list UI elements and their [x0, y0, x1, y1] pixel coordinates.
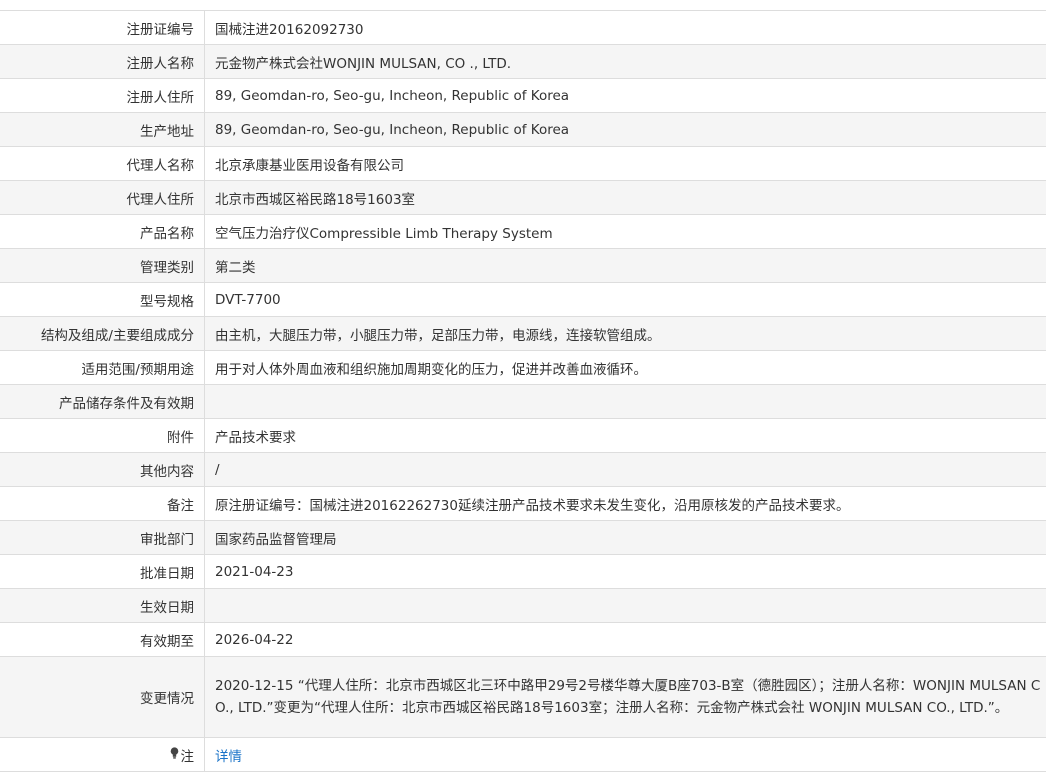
- row-label: 注册证编号: [0, 11, 205, 44]
- row-value: 2026-04-22: [215, 631, 294, 648]
- row-intended-use: 适用范围/预期用途 用于对人体外周血液和组织施加周期变化的压力，促进并改善血液循…: [0, 351, 1046, 385]
- row-approval-date: 批准日期 2021-04-23: [0, 555, 1046, 589]
- row-value: 北京市西城区裕民路18号1603室: [215, 191, 416, 208]
- row-label: 管理类别: [0, 249, 205, 282]
- row-label: 产品储存条件及有效期: [0, 385, 205, 418]
- row-value: 2020-12-15 “代理人住所：北京市西城区北三环中路甲29号2号楼华尊大厦…: [215, 678, 1041, 716]
- row-value: 国械注进20162092730: [215, 21, 364, 38]
- row-value: 由主机，大腿压力带，小腿压力带，足部压力带，电源线，连接软管组成。: [215, 327, 661, 344]
- row-value: DVT-7700: [215, 291, 281, 308]
- row-value: 89, Geomdan-ro, Seo-gu, Incheon, Republi…: [215, 121, 570, 138]
- row-value: 89, Geomdan-ro, Seo-gu, Incheon, Republi…: [215, 87, 570, 104]
- row-label: 生效日期: [0, 589, 205, 622]
- note-label: 注: [180, 748, 195, 765]
- row-agent-address: 代理人住所 北京市西城区裕民路18号1603室: [0, 181, 1046, 215]
- note-value: 详情: [205, 738, 1046, 771]
- row-label: 结构及组成/主要组成成分: [0, 317, 205, 350]
- row-approval-department: 审批部门 国家药品监督管理局: [0, 521, 1046, 555]
- row-label: 适用范围/预期用途: [0, 351, 205, 384]
- row-value: 2021-04-23: [215, 563, 294, 580]
- row-management-category: 管理类别 第二类: [0, 249, 1046, 283]
- row-attachments: 附件 产品技术要求: [0, 419, 1046, 453]
- row-expiry-date: 有效期至 2026-04-22: [0, 623, 1046, 657]
- row-label: 批准日期: [0, 555, 205, 588]
- row-label: 代理人名称: [0, 147, 205, 180]
- row-label: 注册人住所: [0, 79, 205, 112]
- row-label: 有效期至: [0, 623, 205, 656]
- row-label: 型号规格: [0, 283, 205, 316]
- row-value: /: [215, 461, 220, 478]
- row-product-name: 产品名称 空气压力治疗仪Compressible Limb Therapy Sy…: [0, 215, 1046, 249]
- details-link[interactable]: 详情: [215, 745, 242, 765]
- row-label: 产品名称: [0, 215, 205, 248]
- row-value: [205, 589, 1046, 622]
- row-label: 审批部门: [0, 521, 205, 554]
- registration-info-table: 注册证编号 国械注进20162092730 注册人名称 元金物产株式会社WONJ…: [0, 10, 1046, 772]
- row-label: 注册人名称: [0, 45, 205, 78]
- row-label: 代理人住所: [0, 181, 205, 214]
- row-structure-composition: 结构及组成/主要组成成分 由主机，大腿压力带，小腿压力带，足部压力带，电源线，连…: [0, 317, 1046, 351]
- row-storage-conditions: 产品储存条件及有效期: [0, 385, 1046, 419]
- note-label-cell: 注: [0, 738, 205, 771]
- row-note: 注 详情: [0, 738, 1046, 772]
- row-value: 原注册证编号：国械注进20162262730延续注册产品技术要求未发生变化，沿用…: [215, 497, 850, 514]
- row-other-content: 其他内容 /: [0, 453, 1046, 487]
- row-registrant-name: 注册人名称 元金物产株式会社WONJIN MULSAN, CO ., LTD.: [0, 45, 1046, 79]
- row-registration-number: 注册证编号 国械注进20162092730: [0, 11, 1046, 45]
- row-model-spec: 型号规格 DVT-7700: [0, 283, 1046, 317]
- lightbulb-icon: [170, 747, 179, 762]
- row-production-address: 生产地址 89, Geomdan-ro, Seo-gu, Incheon, Re…: [0, 113, 1046, 147]
- row-label: 其他内容: [0, 453, 205, 486]
- row-label: 备注: [0, 487, 205, 520]
- row-value: 空气压力治疗仪Compressible Limb Therapy System: [215, 225, 553, 242]
- row-value: 元金物产株式会社WONJIN MULSAN, CO ., LTD.: [215, 55, 512, 72]
- row-effective-date: 生效日期: [0, 589, 1046, 623]
- row-remarks: 备注 原注册证编号：国械注进20162262730延续注册产品技术要求未发生变化…: [0, 487, 1046, 521]
- row-label: 生产地址: [0, 113, 205, 146]
- row-value: [205, 385, 1046, 418]
- row-registrant-address: 注册人住所 89, Geomdan-ro, Seo-gu, Incheon, R…: [0, 79, 1046, 113]
- row-agent-name: 代理人名称 北京承康基业医用设备有限公司: [0, 147, 1046, 181]
- row-value: 国家药品监督管理局: [215, 531, 337, 548]
- row-label: 附件: [0, 419, 205, 452]
- row-label: 变更情况: [0, 657, 205, 737]
- row-value: 北京承康基业医用设备有限公司: [215, 157, 404, 174]
- row-value: 用于对人体外周血液和组织施加周期变化的压力，促进并改善血液循环。: [215, 361, 647, 378]
- row-change-history: 变更情况 2020-12-15 “代理人住所：北京市西城区北三环中路甲29号2号…: [0, 657, 1046, 738]
- row-value: 第二类: [215, 259, 256, 276]
- row-value: 产品技术要求: [215, 429, 296, 446]
